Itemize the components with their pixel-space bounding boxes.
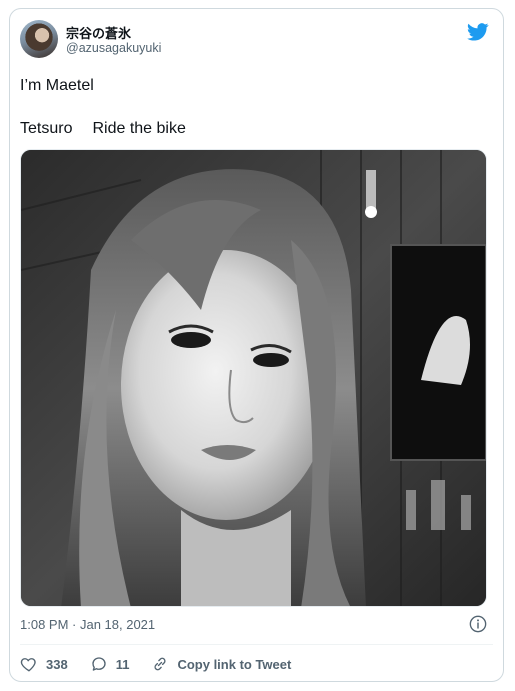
copy-link-label: Copy link to Tweet bbox=[177, 656, 292, 672]
tweet-timestamp[interactable]: 1:08 PM · Jan 18, 2021 bbox=[20, 617, 155, 632]
reply-bubble-icon bbox=[92, 657, 106, 671]
tweet-actions: 338 11 Copy link to Tweet bbox=[20, 653, 313, 675]
divider bbox=[20, 644, 493, 645]
tweet-text-line-1: I’m Maetel bbox=[20, 77, 94, 94]
tweet-photo[interactable] bbox=[20, 149, 487, 607]
copy-link-button[interactable]: Copy link to Tweet bbox=[151, 655, 291, 673]
like-count: 338 bbox=[46, 656, 68, 672]
reply-count: 11 bbox=[115, 656, 130, 672]
link-icon bbox=[154, 657, 167, 671]
tweet-card: 宗谷の蒼氷 @azusagakuyuki I’m Maetel Tetsuro R… bbox=[9, 8, 504, 682]
reply-button[interactable]: 11 bbox=[90, 655, 130, 673]
info-icon[interactable] bbox=[469, 615, 487, 633]
tweet-text-ride: Ride the bike bbox=[92, 120, 186, 137]
author-display-name[interactable]: 宗谷の蒼氷 bbox=[66, 23, 131, 42]
tweet-text-tetsuro: Tetsuro bbox=[20, 120, 73, 137]
like-button[interactable]: 338 bbox=[20, 655, 68, 673]
twitter-bird-icon[interactable] bbox=[467, 23, 489, 41]
tweet-text-line-2: Tetsuro Ride the bike bbox=[20, 119, 186, 139]
heart-icon bbox=[20, 658, 36, 672]
author-handle[interactable]: @azusagakuyuki bbox=[66, 41, 161, 55]
portrait-photo-image bbox=[21, 150, 486, 606]
avatar[interactable] bbox=[20, 20, 58, 58]
